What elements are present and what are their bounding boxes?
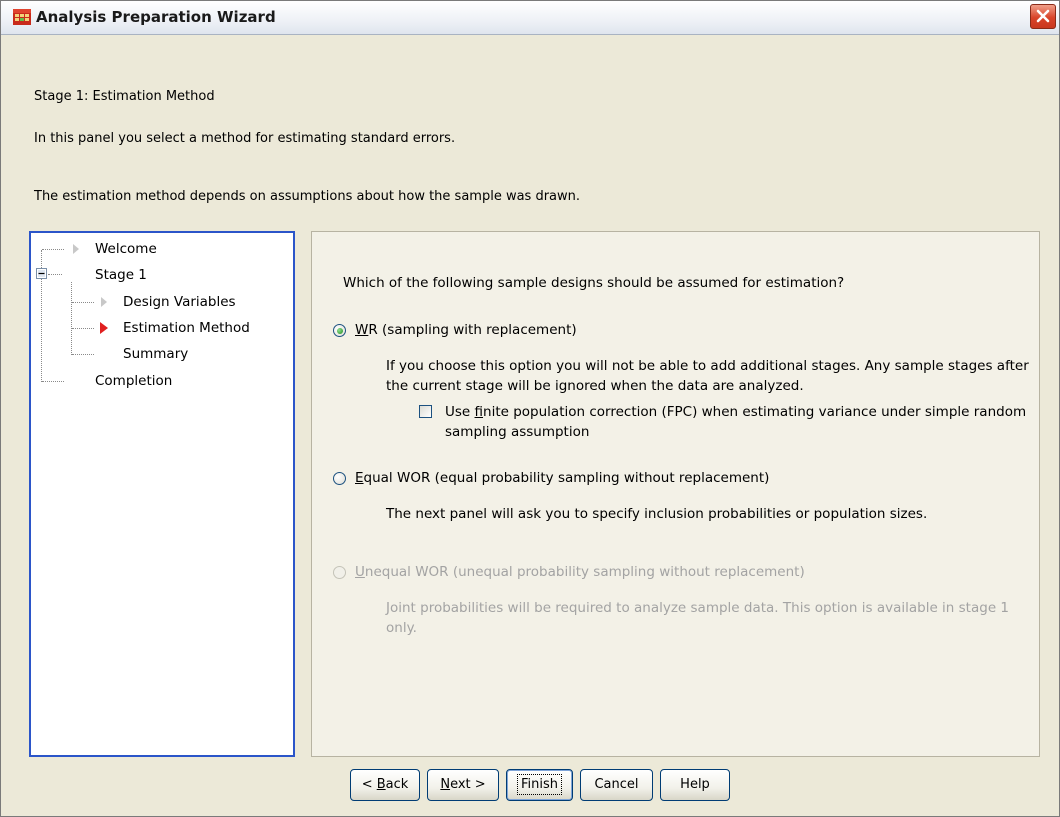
tree-item-design-variables[interactable]: Design Variables bbox=[123, 294, 236, 310]
wr-description: If you choose this option you will not b… bbox=[386, 358, 1029, 394]
pending-arrow-icon bbox=[73, 244, 79, 254]
pending-arrow-icon bbox=[101, 297, 107, 307]
tree-connector bbox=[72, 302, 94, 303]
wizard-window: Analysis Preparation Wizard Stage 1: Est… bbox=[0, 0, 1060, 817]
tree-item-summary[interactable]: Summary bbox=[123, 346, 188, 362]
equal-wor-option-label[interactable]: Equal WOR (equal probability sampling wi… bbox=[355, 470, 769, 486]
tree-item-welcome[interactable]: Welcome bbox=[95, 241, 157, 257]
unequal-wor-mnemonic: U bbox=[355, 564, 365, 580]
cancel-text: Cancel bbox=[594, 777, 639, 792]
window-title: Analysis Preparation Wizard bbox=[36, 8, 276, 26]
unequal-wor-description: Joint probabilities will be required to … bbox=[386, 600, 1010, 636]
fpc-label[interactable]: Use finite population correction (FPC) w… bbox=[445, 402, 1035, 442]
estimation-options-panel: Which of the following sample designs sh… bbox=[311, 231, 1040, 757]
back-button[interactable]: < Back bbox=[350, 769, 420, 801]
title-bar[interactable]: Analysis Preparation Wizard bbox=[1, 1, 1059, 35]
estimation-method-note: The estimation method depends on assumpt… bbox=[34, 189, 581, 204]
tree-connector bbox=[48, 274, 62, 275]
unequal-wor-option-label[interactable]: Unequal WOR (unequal probability samplin… bbox=[355, 564, 805, 580]
fpc-checkbox[interactable] bbox=[419, 405, 432, 418]
stage-title: Stage 1: Estimation Method bbox=[34, 89, 215, 104]
equal-wor-mnemonic: E bbox=[355, 470, 364, 486]
unequal-wor-label-text: nequal WOR (unequal probability sampling… bbox=[364, 564, 805, 580]
current-arrow-icon bbox=[100, 322, 108, 334]
back-mnemonic: B bbox=[376, 777, 386, 792]
finish-text: Finish bbox=[516, 774, 563, 795]
tree-item-stage-1[interactable]: Stage 1 bbox=[95, 267, 147, 283]
sample-design-question: Which of the following sample designs sh… bbox=[343, 275, 845, 291]
finish-button[interactable]: Finish bbox=[506, 769, 573, 801]
tree-connector bbox=[42, 381, 64, 382]
fpc-label-prefix: Use bbox=[445, 404, 475, 420]
collapse-icon[interactable] bbox=[36, 268, 47, 279]
unequal-wor-radio[interactable] bbox=[333, 566, 346, 579]
back-prefix: < bbox=[361, 777, 377, 792]
wr-option-label[interactable]: WR (sampling with replacement) bbox=[355, 322, 577, 338]
equal-wor-radio[interactable] bbox=[333, 472, 346, 485]
fpc-mnemonic: f bbox=[474, 404, 484, 420]
tree-connector bbox=[72, 328, 94, 329]
tree-connector bbox=[72, 354, 94, 355]
tree-item-estimation-method[interactable]: Estimation Method bbox=[123, 320, 250, 336]
tree-connector bbox=[71, 282, 72, 355]
next-text: ext > bbox=[450, 777, 486, 792]
wizard-navigation-tree[interactable]: Welcome Stage 1 Design Variables Estimat… bbox=[29, 231, 295, 757]
close-button[interactable] bbox=[1030, 4, 1056, 29]
wr-mnemonic: W bbox=[355, 322, 369, 338]
cancel-button[interactable]: Cancel bbox=[580, 769, 653, 801]
app-grid-icon bbox=[13, 9, 31, 25]
tree-connector bbox=[42, 249, 64, 250]
tree-item-completion[interactable]: Completion bbox=[95, 373, 172, 389]
panel-description: In this panel you select a method for es… bbox=[34, 131, 456, 146]
wr-radio[interactable] bbox=[333, 324, 346, 337]
fpc-label-text: inite population correction (FPC) when e… bbox=[445, 404, 1027, 440]
close-icon bbox=[1036, 9, 1050, 23]
back-text: ack bbox=[385, 777, 409, 792]
help-text: Help bbox=[680, 777, 710, 792]
help-button[interactable]: Help bbox=[660, 769, 730, 801]
equal-wor-description: The next panel will ask you to specify i… bbox=[386, 506, 928, 522]
next-button[interactable]: Next > bbox=[427, 769, 499, 801]
equal-wor-label-text: qual WOR (equal probability sampling wit… bbox=[363, 470, 770, 486]
next-mnemonic: N bbox=[440, 777, 451, 792]
wr-label-text: R (sampling with replacement) bbox=[368, 322, 577, 338]
